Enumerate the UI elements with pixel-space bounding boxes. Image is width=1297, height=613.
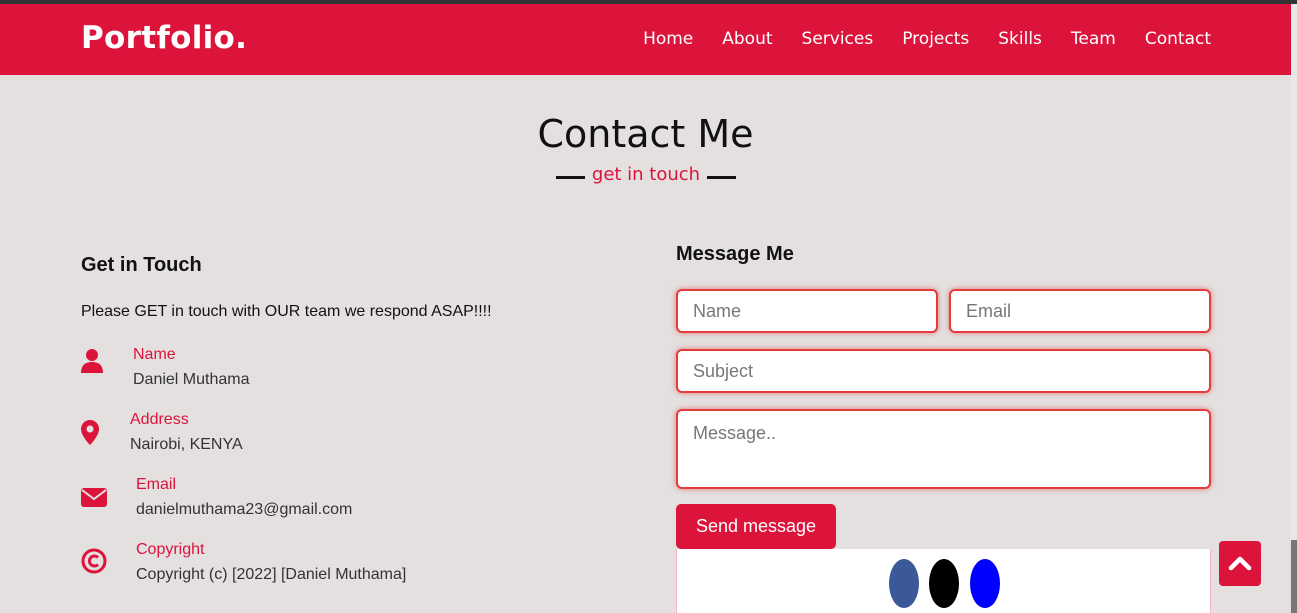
nav-link-skills[interactable]: Skills xyxy=(998,29,1042,49)
chevron-up-icon xyxy=(1228,556,1252,571)
info-value: Daniel Muthama xyxy=(133,371,250,388)
nav-link-home[interactable]: Home xyxy=(643,29,693,49)
user-icon xyxy=(81,346,107,376)
subject-field[interactable] xyxy=(676,349,1211,393)
nav-link-projects[interactable]: Projects xyxy=(902,29,969,49)
info-value: Nairobi, KENYA xyxy=(130,436,243,453)
message-field[interactable] xyxy=(676,409,1211,489)
scrollbar-thumb[interactable] xyxy=(1291,540,1297,613)
nav-link-contact[interactable]: Contact xyxy=(1145,29,1211,49)
get-in-touch-intro: Please GET in touch with OUR team we res… xyxy=(81,303,492,320)
info-label: Name xyxy=(133,346,176,363)
copyright-icon xyxy=(81,548,107,578)
email-field[interactable] xyxy=(949,289,1211,333)
social-link-dark[interactable] xyxy=(929,559,959,608)
message-me-title: Message Me xyxy=(676,243,794,265)
info-value: Copyright (c) [2022] [Daniel Muthama] xyxy=(136,566,407,583)
section-subtitle-wrap: get in touch xyxy=(556,162,736,190)
section-title: Contact Me xyxy=(537,112,754,156)
social-link-facebook[interactable] xyxy=(889,559,919,608)
info-label: Copyright xyxy=(136,541,205,558)
nav-menu: Home About Services Projects Skills Team… xyxy=(643,29,1211,49)
social-links xyxy=(676,549,1211,613)
get-in-touch-title: Get in Touch xyxy=(81,254,202,276)
info-label: Address xyxy=(130,411,189,428)
social-link-blue[interactable] xyxy=(970,559,1000,608)
navbar: Portfolio. Home About Services Projects … xyxy=(0,4,1291,75)
info-label: Email xyxy=(136,476,177,493)
map-pin-icon xyxy=(81,420,107,450)
info-value: danielmuthama23@gmail.com xyxy=(136,501,353,518)
scrollbar-track[interactable] xyxy=(1291,4,1297,613)
send-message-button[interactable]: Send message xyxy=(676,504,836,549)
section-subtitle: get in touch xyxy=(585,162,707,188)
nav-link-services[interactable]: Services xyxy=(802,29,874,49)
logo[interactable]: Portfolio. xyxy=(81,20,247,56)
scroll-to-top-button[interactable] xyxy=(1219,541,1261,586)
envelope-icon xyxy=(81,488,107,518)
name-field[interactable] xyxy=(676,289,938,333)
nav-link-team[interactable]: Team xyxy=(1071,29,1116,49)
nav-link-about[interactable]: About xyxy=(722,29,772,49)
